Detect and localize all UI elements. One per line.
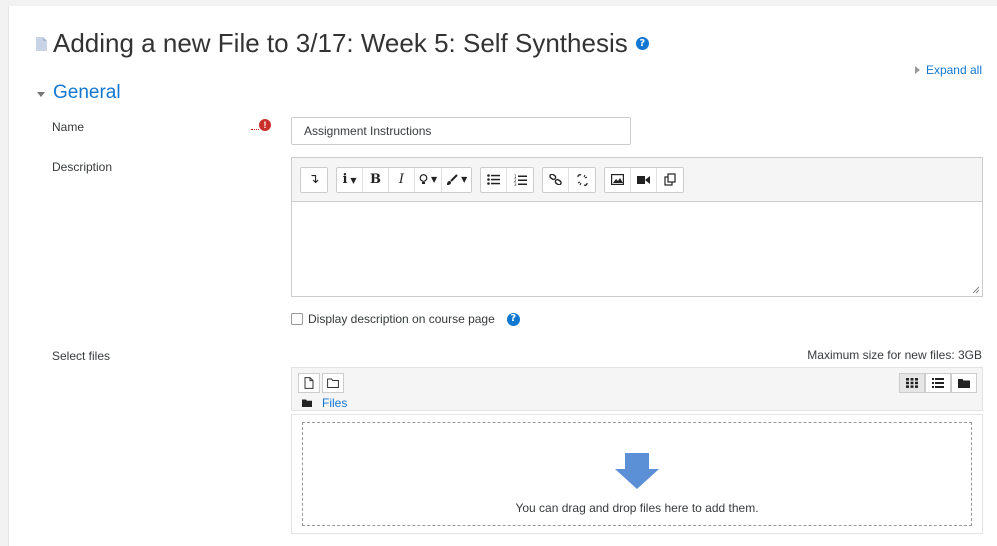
section-general-toggle[interactable]: General (37, 82, 121, 104)
help-icon[interactable]: ? (506, 312, 520, 326)
display-description-checkbox[interactable] (291, 313, 303, 325)
lightbulb-icon[interactable]: ▼ (415, 167, 443, 192)
svg-text:3: 3 (514, 182, 517, 186)
info-icon[interactable]: i ▼ (337, 167, 363, 192)
filepicker-toolbar: Files (291, 367, 983, 411)
page: Adding a new File to 3/17: Week 5: Self … (8, 6, 997, 546)
description-editor: ↴ i ▼ B I ▼ ▼ 123 (291, 157, 983, 297)
caret-down-icon (37, 91, 45, 97)
editor-toolbar: ↴ i ▼ B I ▼ ▼ 123 (292, 158, 982, 202)
toolbar-toggle-icon[interactable]: ↴ (301, 168, 327, 192)
help-icon[interactable]: ? (635, 37, 649, 50)
bold-icon[interactable]: B (363, 167, 389, 192)
ordered-list-icon[interactable]: 123 (507, 168, 533, 192)
paintbrush-icon[interactable]: ▼ (442, 168, 471, 192)
drop-zone-text: You can drag and drop files here to add … (515, 501, 759, 515)
select-files-label: Select files (52, 349, 111, 363)
name-input[interactable] (291, 117, 631, 145)
grid-view-icon[interactable] (899, 373, 925, 393)
section-title: General (53, 82, 121, 103)
description-label: Description (52, 160, 113, 174)
name-label: Name (52, 120, 85, 134)
download-arrow-icon (615, 453, 659, 489)
folder-icon (302, 399, 312, 407)
add-file-icon[interactable] (298, 373, 320, 393)
required-icon: ! (259, 119, 271, 131)
manage-files-icon[interactable] (657, 168, 683, 192)
filepicker-path[interactable]: Files (302, 396, 347, 410)
filepicker-area: You can drag and drop files here to add … (291, 414, 983, 534)
expand-all-text: Expand all (925, 63, 982, 77)
description-textarea[interactable] (292, 202, 982, 296)
page-title: Adding a new File to 3/17: Week 5: Self … (35, 28, 649, 59)
drop-zone[interactable]: You can drag and drop files here to add … (302, 422, 972, 526)
italic-icon[interactable]: I (389, 167, 415, 192)
create-folder-icon[interactable] (322, 373, 344, 393)
expand-all-link[interactable]: Expand all (914, 63, 982, 77)
link-icon[interactable] (543, 167, 570, 192)
folder-view-icon[interactable] (951, 373, 977, 393)
expand-triangle-icon (914, 66, 920, 74)
resize-grip-icon[interactable] (972, 286, 980, 294)
display-description-row: Display description on course page ? (291, 312, 520, 326)
document-icon (36, 36, 47, 51)
video-icon[interactable] (631, 167, 658, 192)
page-title-text: Adding a new File to 3/17: Week 5: Self … (53, 28, 628, 58)
unordered-list-icon[interactable] (481, 167, 508, 192)
unlink-icon[interactable] (569, 168, 595, 192)
max-size-text: Maximum size for new files: 3GB (807, 348, 982, 362)
required-indicator: ! (251, 119, 271, 131)
list-view-icon[interactable] (925, 373, 951, 393)
files-path-link: Files (322, 396, 348, 410)
image-icon[interactable] (605, 167, 632, 192)
display-description-label: Display description on course page (308, 312, 495, 326)
